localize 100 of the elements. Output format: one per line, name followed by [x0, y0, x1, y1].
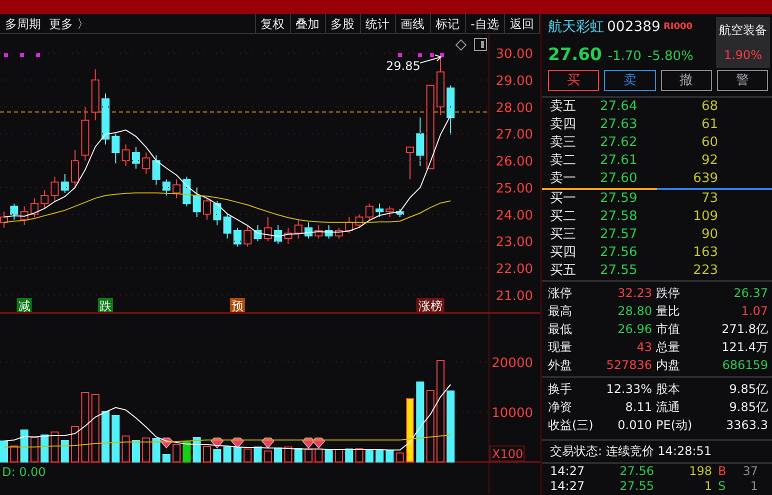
volume-bar — [182, 442, 191, 462]
candlestick — [406, 146, 414, 180]
stat-label: 最高 — [548, 303, 573, 320]
candlestick — [112, 133, 120, 164]
level-price: 27.56 — [600, 244, 638, 262]
candlestick — [203, 198, 211, 220]
candlestick — [71, 149, 80, 188]
alert-button[interactable]: 警 — [716, 70, 768, 91]
candlestick — [213, 200, 222, 226]
price-axis-label: 23.00 — [496, 235, 533, 250]
stock-code: 002389 — [607, 18, 660, 37]
volume-axis-label: 10000 — [492, 406, 533, 421]
price-axis-label: 21.00 — [496, 289, 533, 304]
tick-price: 27.55 — [618, 479, 654, 494]
toolbar-button[interactable]: 标记 — [430, 14, 466, 33]
cancel-button[interactable]: 撤 — [660, 70, 712, 91]
candlestick — [192, 186, 201, 218]
level-price: 27.64 — [600, 98, 638, 116]
sell-button[interactable]: 卖 — [604, 70, 656, 91]
volume-bar — [294, 448, 302, 462]
candlestick — [162, 178, 170, 196]
toolbar-button[interactable]: 返回 — [505, 14, 540, 33]
toolbar-link[interactable]: 更多 〉 — [49, 14, 89, 32]
price-change: -1.70 — [608, 48, 642, 66]
candlestick — [20, 206, 28, 226]
volume-bar — [284, 446, 292, 462]
volume-bar — [213, 449, 222, 462]
candlestick — [254, 224, 262, 242]
candlestick — [416, 117, 424, 166]
volume-bar — [274, 448, 282, 462]
volume-bar — [254, 446, 262, 462]
volume-bar — [71, 426, 80, 462]
buy-button[interactable]: 买 — [548, 70, 600, 91]
volume-bar — [50, 432, 59, 462]
level-price: 27.57 — [600, 226, 638, 244]
candlestick — [244, 224, 252, 248]
stat-value: 686159 — [721, 357, 768, 374]
toolbar-button[interactable]: 画线 — [396, 14, 431, 33]
volume-bar — [355, 448, 364, 462]
level-label: 买二 — [550, 208, 577, 226]
stat-label: 内盘 — [656, 357, 681, 374]
gem-icon — [312, 438, 326, 449]
volume-bar — [102, 411, 110, 462]
volume-bar — [132, 440, 140, 462]
tick-time: 14:27 — [550, 464, 586, 479]
toolbar-button[interactable]: -自选 — [466, 14, 505, 33]
sector-panel[interactable]: 航空装备 1.90% — [716, 17, 770, 68]
candlestick — [152, 154, 160, 186]
stat-value: 3363.3 — [725, 417, 768, 434]
indicator-value: D: 0.00 — [2, 465, 46, 479]
stat-value: 26.96 — [616, 321, 652, 338]
stat-value: 28.80 — [616, 303, 652, 320]
toolbar-button[interactable]: 统计 — [360, 14, 396, 33]
stat-value: 26.37 — [732, 285, 768, 302]
stat-label: 跌停 — [656, 285, 681, 302]
level-price: 27.55 — [600, 262, 638, 280]
stat-value: 0.010 — [616, 417, 652, 434]
toolbar-link[interactable]: 多周期 — [5, 14, 41, 32]
volume-bar — [446, 390, 455, 462]
level-volume: 223 — [692, 262, 718, 280]
level-label: 卖五 — [550, 98, 577, 116]
toolbar-button[interactable]: 复权 — [256, 14, 291, 33]
level-price: 27.62 — [600, 134, 638, 152]
signal-tag: 涨榜 — [416, 298, 444, 313]
stat-value: 121.4万 — [720, 339, 768, 356]
stat-label: 股本 — [656, 381, 681, 398]
stock-name: 航天彩虹 — [548, 18, 604, 37]
candlestick — [345, 216, 354, 234]
level-volume: 60 — [700, 134, 718, 152]
candlestick — [274, 224, 282, 244]
price-axis-label: 25.00 — [496, 181, 533, 196]
level-volume: 92 — [700, 152, 718, 170]
volume-bar — [112, 415, 120, 462]
stat-value: 527836 — [605, 357, 652, 374]
candlestick — [60, 174, 69, 194]
stat-value: 271.8亿 — [720, 321, 768, 338]
volume-bar — [10, 446, 18, 462]
panel-toggle-icon[interactable] — [474, 38, 487, 51]
level-volume: 68 — [700, 98, 718, 116]
signal-tag: 跌 — [98, 298, 113, 313]
candlestick — [91, 68, 100, 121]
level-label: 买三 — [550, 226, 577, 244]
candlestick — [304, 222, 312, 240]
price-axis-label: 30.00 — [496, 47, 533, 62]
candlestick — [324, 224, 333, 240]
volume-bar — [30, 437, 38, 462]
candlestick — [30, 198, 38, 218]
candlestick — [81, 106, 90, 162]
stat-label: 换手 — [548, 381, 573, 398]
toolbar-button[interactable]: 多股 — [326, 14, 361, 33]
tick-time: 14:27 — [550, 479, 586, 494]
diamond-icon[interactable] — [455, 39, 467, 51]
stat-label: 流通 — [656, 399, 681, 416]
stat-label: 总量 — [656, 339, 681, 356]
stat-label: 现量 — [548, 339, 573, 356]
volume-bar — [304, 449, 312, 462]
toolbar-button[interactable]: 叠加 — [290, 14, 326, 33]
peak-price-label: 29.85 — [386, 59, 420, 73]
price-axis-label: 26.00 — [496, 154, 533, 170]
candlestick — [102, 92, 110, 145]
